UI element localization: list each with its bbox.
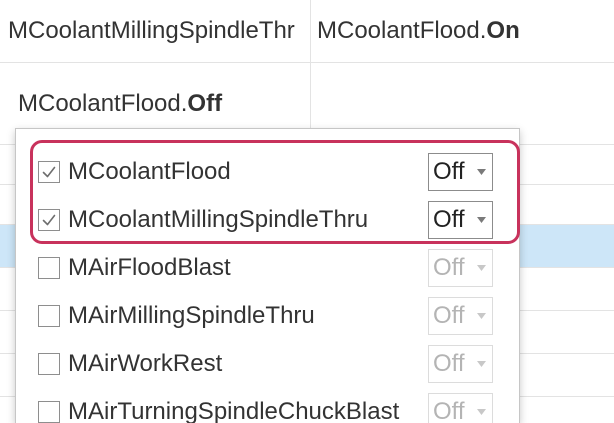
cell-state-text: On: [486, 17, 520, 44]
option-item-mairfloodblast[interactable]: MAirFloodBlast Off: [16, 244, 519, 292]
grid-row: MCoolantMillingSpindleThr MCoolantFlood.…: [0, 0, 614, 63]
chevron-down-icon: [477, 361, 486, 367]
option-item-mairworkrest[interactable]: MAirWorkRest Off: [16, 340, 519, 388]
chevron-down-icon: [477, 217, 486, 223]
option-item-mcoolantmillingspindlethru[interactable]: MCoolantMillingSpindleThru Off: [16, 196, 519, 244]
state-select-disabled: Off: [428, 393, 493, 423]
checkbox[interactable]: [38, 161, 60, 183]
state-select[interactable]: Off: [428, 201, 493, 239]
option-label: MAirFloodBlast: [68, 254, 231, 281]
cell-state-text: Off: [187, 89, 223, 117]
state-select-value: Off: [433, 206, 465, 233]
chevron-down-icon: [477, 409, 486, 415]
cell-text: MCoolantMillingSpindleThr: [8, 17, 295, 44]
checkbox[interactable]: [38, 209, 60, 231]
option-label: MAirWorkRest: [68, 350, 223, 377]
checkmark-icon: [42, 214, 56, 226]
state-select[interactable]: Off: [428, 153, 493, 191]
checkbox[interactable]: [38, 401, 60, 423]
cell-text: MCoolantFlood.: [317, 17, 487, 44]
state-select-disabled: Off: [428, 297, 493, 335]
cell-text: MCoolantFlood.: [18, 89, 188, 117]
checkbox[interactable]: [38, 353, 60, 375]
chevron-down-icon: [477, 313, 486, 319]
option-label: MAirTurningSpindleChuckBlast: [68, 398, 400, 423]
option-item-mcoolantflood[interactable]: MCoolantFlood Off: [16, 148, 519, 196]
option-label: MAirMillingSpindleThru: [68, 302, 315, 329]
checkbox[interactable]: [38, 305, 60, 327]
state-select-value: Off: [433, 398, 465, 423]
state-select-value: Off: [433, 350, 465, 377]
state-select-disabled: Off: [428, 249, 493, 287]
coolant-options-dropdown: MCoolantFlood Off MCoolantMillingSpindle…: [15, 128, 520, 423]
state-select-value: Off: [433, 302, 465, 329]
chevron-down-icon: [477, 169, 486, 175]
option-item-mairturningspindlechuckblast[interactable]: MAirTurningSpindleChuckBlast Off: [16, 388, 519, 423]
option-label: MCoolantFlood: [68, 158, 231, 185]
option-label: MCoolantMillingSpindleThru: [68, 206, 369, 233]
grid-cell[interactable]: MCoolantFlood. On: [311, 0, 614, 62]
chevron-down-icon: [477, 265, 486, 271]
state-select-value: Off: [433, 254, 465, 281]
state-select-disabled: Off: [428, 345, 493, 383]
state-select-value: Off: [433, 158, 465, 185]
checkmark-icon: [42, 166, 56, 178]
grid-cell[interactable]: MCoolantMillingSpindleThr: [0, 0, 310, 62]
checkbox[interactable]: [38, 257, 60, 279]
option-item-mairmillingspindlethru[interactable]: MAirMillingSpindleThru Off: [16, 292, 519, 340]
